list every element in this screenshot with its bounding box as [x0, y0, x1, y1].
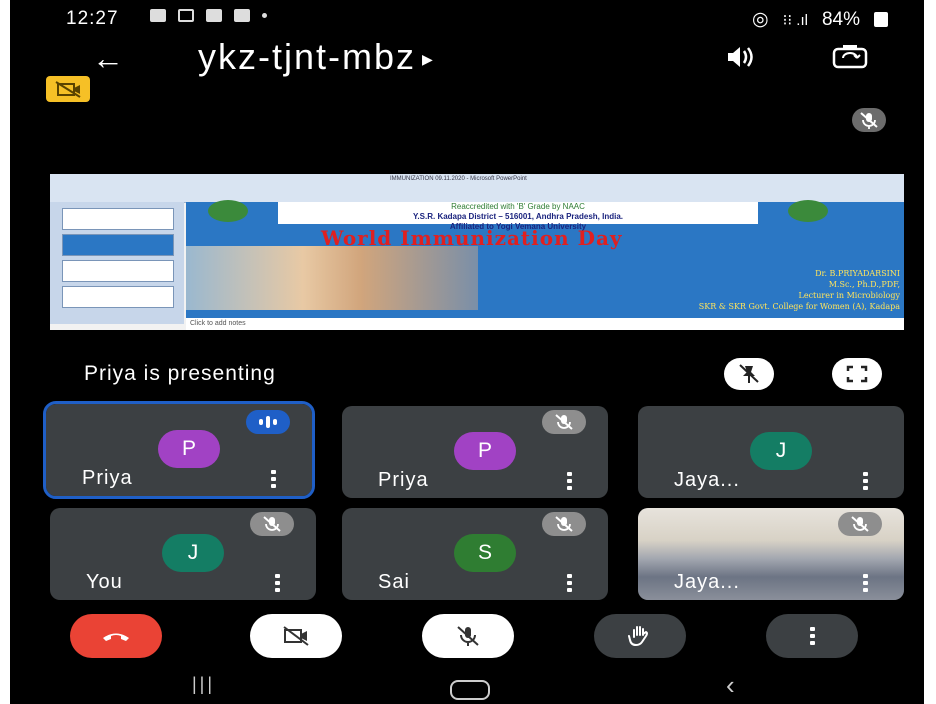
participant-name: Priya — [82, 467, 133, 489]
battery-percent: 84% — [821, 8, 860, 30]
slide-thumbnail — [62, 260, 174, 282]
chat-notification-icon — [150, 9, 166, 22]
participant-name: Jaya... — [674, 571, 740, 593]
participant-tile[interactable]: P Priya — [43, 401, 315, 499]
speaking-indicator-icon — [246, 410, 290, 434]
more-vert-icon[interactable] — [567, 472, 572, 490]
slide-canvas: Reaccredited with 'B' Grade by NAAC Y.S.… — [186, 200, 904, 318]
slide-header-line2: Y.S.R. Kadapa District – 516001, Andhra … — [412, 212, 623, 221]
battery-icon — [874, 12, 888, 27]
powerpoint-ribbon: IMMUNIZATION 09.11.2020 - Microsoft Powe… — [50, 174, 904, 203]
author-college: SKR & SKR Govt. College for Women (A), K… — [698, 302, 900, 311]
mic-off-icon — [852, 108, 886, 132]
mic-off-icon — [838, 512, 882, 536]
pin-off-icon[interactable] — [724, 358, 774, 390]
mic-off-icon — [542, 512, 586, 536]
image-notification-icon — [234, 9, 250, 22]
more-notifications-icon — [262, 13, 267, 18]
participant-name: Jaya... — [674, 469, 740, 491]
avatar: J — [750, 432, 812, 470]
notification-icons — [150, 9, 267, 22]
end-call-icon — [103, 633, 129, 641]
college-emblem-right — [788, 200, 828, 222]
slide-thumbnail — [62, 234, 174, 256]
slide-author: Dr. B.PRIYADARSINI M.Sc., Ph.D.,PDF, Lec… — [699, 268, 900, 312]
slide-thumbnail — [62, 208, 174, 230]
more-vert-icon[interactable] — [271, 470, 276, 488]
participant-tile[interactable]: P Priya — [342, 406, 608, 498]
home-icon[interactable] — [450, 680, 490, 700]
status-right: ◎ ⁝⁝ .ıl 84% — [752, 8, 888, 31]
speaker-icon[interactable] — [722, 42, 756, 77]
raise-hand-button[interactable] — [594, 614, 686, 658]
more-vert-icon[interactable] — [275, 574, 280, 592]
meeting-code-button[interactable]: ykz-tjnt-mbz ▶ — [198, 36, 435, 80]
author-quals: M.Sc., Ph.D.,PDF, — [828, 280, 900, 289]
meeting-info-caret-icon: ▶ — [422, 51, 435, 68]
participant-tile[interactable]: Jaya... — [638, 508, 904, 600]
presenting-banner: Priya is presenting — [84, 362, 276, 385]
meeting-code: ykz-tjnt-mbz — [198, 36, 417, 77]
shared-screen: IMMUNIZATION 09.11.2020 - Microsoft Powe… — [50, 174, 904, 330]
participant-name: You — [86, 571, 123, 593]
vaccination-photo — [186, 246, 478, 310]
presentation-stage[interactable]: IMMUNIZATION 09.11.2020 - Microsoft Powe… — [50, 104, 904, 394]
app-bar: ← ykz-tjnt-mbz ▶ — [10, 36, 924, 82]
camera-toggle-button[interactable] — [250, 614, 342, 658]
more-vert-icon — [809, 627, 815, 645]
mic-off-icon — [542, 410, 586, 434]
college-emblem-left — [208, 200, 248, 222]
status-bar: 12:27 ◎ ⁝⁝ .ıl 84% — [10, 6, 924, 32]
cast-notification-icon — [178, 9, 194, 22]
recent-apps-icon[interactable]: ||| — [192, 674, 215, 695]
slide-header-line1: Reaccredited with 'B' Grade by NAAC — [451, 202, 585, 211]
author-role: Lecturer in Microbiology — [798, 291, 900, 300]
avatar: J — [162, 534, 224, 572]
android-nav-bar: ||| ‹ — [10, 670, 924, 704]
slide-header: Reaccredited with 'B' Grade by NAAC Y.S.… — [208, 200, 828, 231]
avatar: P — [454, 432, 516, 470]
slide-thumbnails — [50, 202, 184, 324]
window-title: IMMUNIZATION 09.11.2020 - Microsoft Powe… — [390, 176, 527, 182]
more-vert-icon[interactable] — [567, 574, 572, 592]
more-vert-icon[interactable] — [863, 472, 868, 490]
more-options-button[interactable] — [766, 614, 858, 658]
avatar: P — [158, 430, 220, 468]
back-arrow-icon[interactable]: ← — [92, 38, 124, 78]
participant-tile[interactable]: J You — [50, 508, 316, 600]
screen-notification-icon — [206, 9, 222, 22]
camera-off-icon — [283, 626, 309, 646]
more-vert-icon[interactable] — [863, 574, 868, 592]
slide-notes: Click to add notes — [186, 318, 904, 330]
author-name: Dr. B.PRIYADARSINI — [815, 269, 900, 278]
participant-tile[interactable]: J Jaya... — [638, 406, 904, 498]
raise-hand-icon — [628, 626, 648, 647]
mic-toggle-button[interactable] — [422, 614, 514, 658]
avatar: S — [454, 534, 516, 572]
fullscreen-icon[interactable] — [832, 358, 882, 390]
video-off-badge-icon — [46, 76, 90, 102]
mic-off-icon — [457, 626, 479, 646]
phone-screen: 12:27 ◎ ⁝⁝ .ıl 84% ← ykz-tjnt-mbz ▶ IMMU… — [10, 0, 924, 704]
slide-thumbnail — [62, 286, 174, 308]
switch-camera-icon[interactable] — [830, 42, 870, 77]
participant-name: Priya — [378, 469, 429, 491]
back-nav-icon[interactable]: ‹ — [726, 670, 735, 701]
end-call-button[interactable] — [70, 614, 162, 658]
hotspot-icon: ◎ — [752, 9, 769, 30]
participant-tile[interactable]: S Sai — [342, 508, 608, 600]
mic-off-icon — [250, 512, 294, 536]
signal-icon: ⁝⁝ .ıl — [782, 11, 808, 29]
participant-name: Sai — [378, 571, 410, 593]
status-time: 12:27 — [66, 8, 119, 29]
